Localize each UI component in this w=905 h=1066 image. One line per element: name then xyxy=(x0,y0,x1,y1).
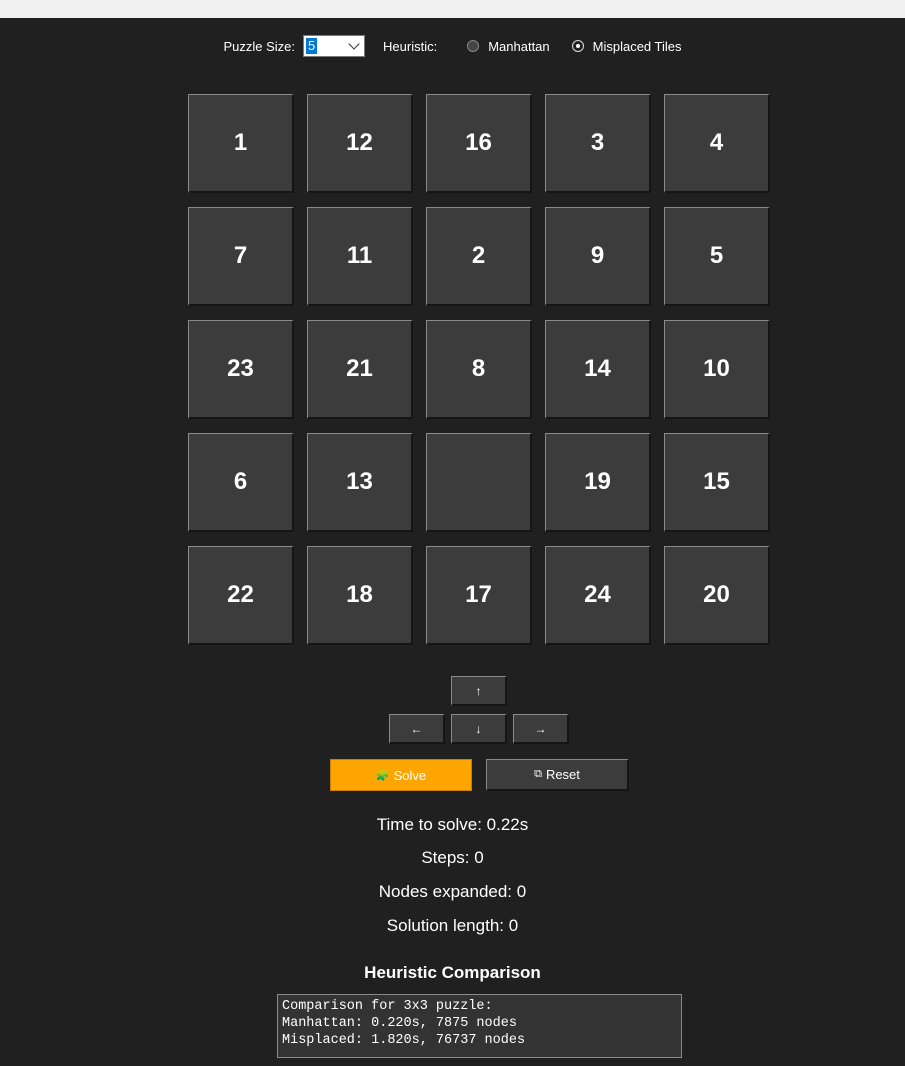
puzzle-tile[interactable]: 24 xyxy=(545,546,651,645)
reset-icon: ⧉ xyxy=(534,768,542,780)
move-left-button[interactable]: ← xyxy=(389,714,445,744)
puzzle-tile[interactable]: 1 xyxy=(188,94,294,193)
puzzle-tile[interactable]: 22 xyxy=(188,546,294,645)
puzzle-size-label: Puzzle Size: xyxy=(223,38,296,54)
controls-bar: Puzzle Size: 5 Heuristic: Manhattan Misp… xyxy=(0,34,905,58)
puzzle-tile[interactable]: 14 xyxy=(545,320,651,419)
heuristic-label: Heuristic: xyxy=(383,38,438,54)
radio-manhattan-label: Manhattan xyxy=(488,38,550,54)
puzzle-tile[interactable]: 15 xyxy=(664,433,770,532)
window-titlebar xyxy=(0,0,905,18)
puzzle-tile[interactable]: 21 xyxy=(307,320,413,419)
radio-manhattan[interactable]: Manhattan xyxy=(467,38,550,54)
puzzle-tile[interactable]: 7 xyxy=(188,207,294,306)
puzzle-tile[interactable]: 5 xyxy=(664,207,770,306)
radio-misplaced-label: Misplaced Tiles xyxy=(592,38,682,54)
puzzle-tile-empty[interactable] xyxy=(426,433,532,532)
solve-button-label: Solve xyxy=(393,767,427,783)
puzzle-tile[interactable]: 12 xyxy=(307,94,413,193)
nodes-expanded: Nodes expanded: 0 xyxy=(378,882,527,901)
puzzle-tile[interactable]: 17 xyxy=(426,546,532,645)
arrow-up-icon: ↑ xyxy=(475,683,482,698)
puzzle-tile[interactable]: 16 xyxy=(426,94,532,193)
radio-unchecked-icon xyxy=(467,40,480,52)
puzzle-tile[interactable]: 2 xyxy=(426,207,532,306)
puzzle-tile[interactable]: 19 xyxy=(545,433,651,532)
comparison-line: Misplaced: 1.820s, 76737 nodes xyxy=(282,1033,526,1048)
move-down-button[interactable]: ↓ xyxy=(451,714,507,744)
puzzle-tile[interactable]: 8 xyxy=(426,320,532,419)
puzzle-tile[interactable]: 18 xyxy=(307,546,413,645)
time-to-solve: Time to solve: 0.22s xyxy=(376,815,529,834)
puzzle-size-value: 5 xyxy=(306,38,318,54)
steps-count: Steps: 0 xyxy=(421,848,484,867)
chevron-down-icon xyxy=(348,38,360,50)
solution-length: Solution length: 0 xyxy=(386,916,519,935)
arrow-left-icon: ← xyxy=(410,721,423,736)
puzzle-icon: 🧩 xyxy=(375,769,390,782)
puzzle-tile[interactable]: 13 xyxy=(307,433,413,532)
radio-misplaced-tiles[interactable]: Misplaced Tiles xyxy=(571,38,682,54)
comparison-line: Comparison for 3x3 puzzle: xyxy=(282,999,493,1014)
reset-button[interactable]: ⧉ Reset xyxy=(486,759,629,791)
puzzle-tile[interactable]: 6 xyxy=(188,433,294,532)
puzzle-tile[interactable]: 20 xyxy=(664,546,770,645)
arrow-right-icon: → xyxy=(534,721,547,736)
move-up-button[interactable]: ↑ xyxy=(451,676,507,706)
puzzle-tile[interactable]: 23 xyxy=(188,320,294,419)
arrow-down-icon: ↓ xyxy=(475,721,482,736)
radio-checked-icon xyxy=(571,40,584,52)
puzzle-board: 1 12 16 3 4 7 11 2 9 5 23 21 8 14 10 6 1… xyxy=(188,94,770,645)
puzzle-tile[interactable]: 3 xyxy=(545,94,651,193)
puzzle-tile[interactable]: 9 xyxy=(545,207,651,306)
puzzle-size-select[interactable]: 5 xyxy=(303,35,366,57)
comparison-title: Heuristic Comparison xyxy=(364,963,541,982)
comparison-line: Manhattan: 0.220s, 7875 nodes xyxy=(282,1016,517,1031)
puzzle-tile[interactable]: 11 xyxy=(307,207,413,306)
puzzle-tile[interactable]: 4 xyxy=(664,94,770,193)
puzzle-tile[interactable]: 10 xyxy=(664,320,770,419)
solve-button[interactable]: 🧩 Solve xyxy=(330,759,472,791)
comparison-output: Comparison for 3x3 puzzle: Manhattan: 0.2… xyxy=(277,994,682,1058)
reset-button-label: Reset xyxy=(545,767,580,782)
move-right-button[interactable]: → xyxy=(513,714,569,744)
